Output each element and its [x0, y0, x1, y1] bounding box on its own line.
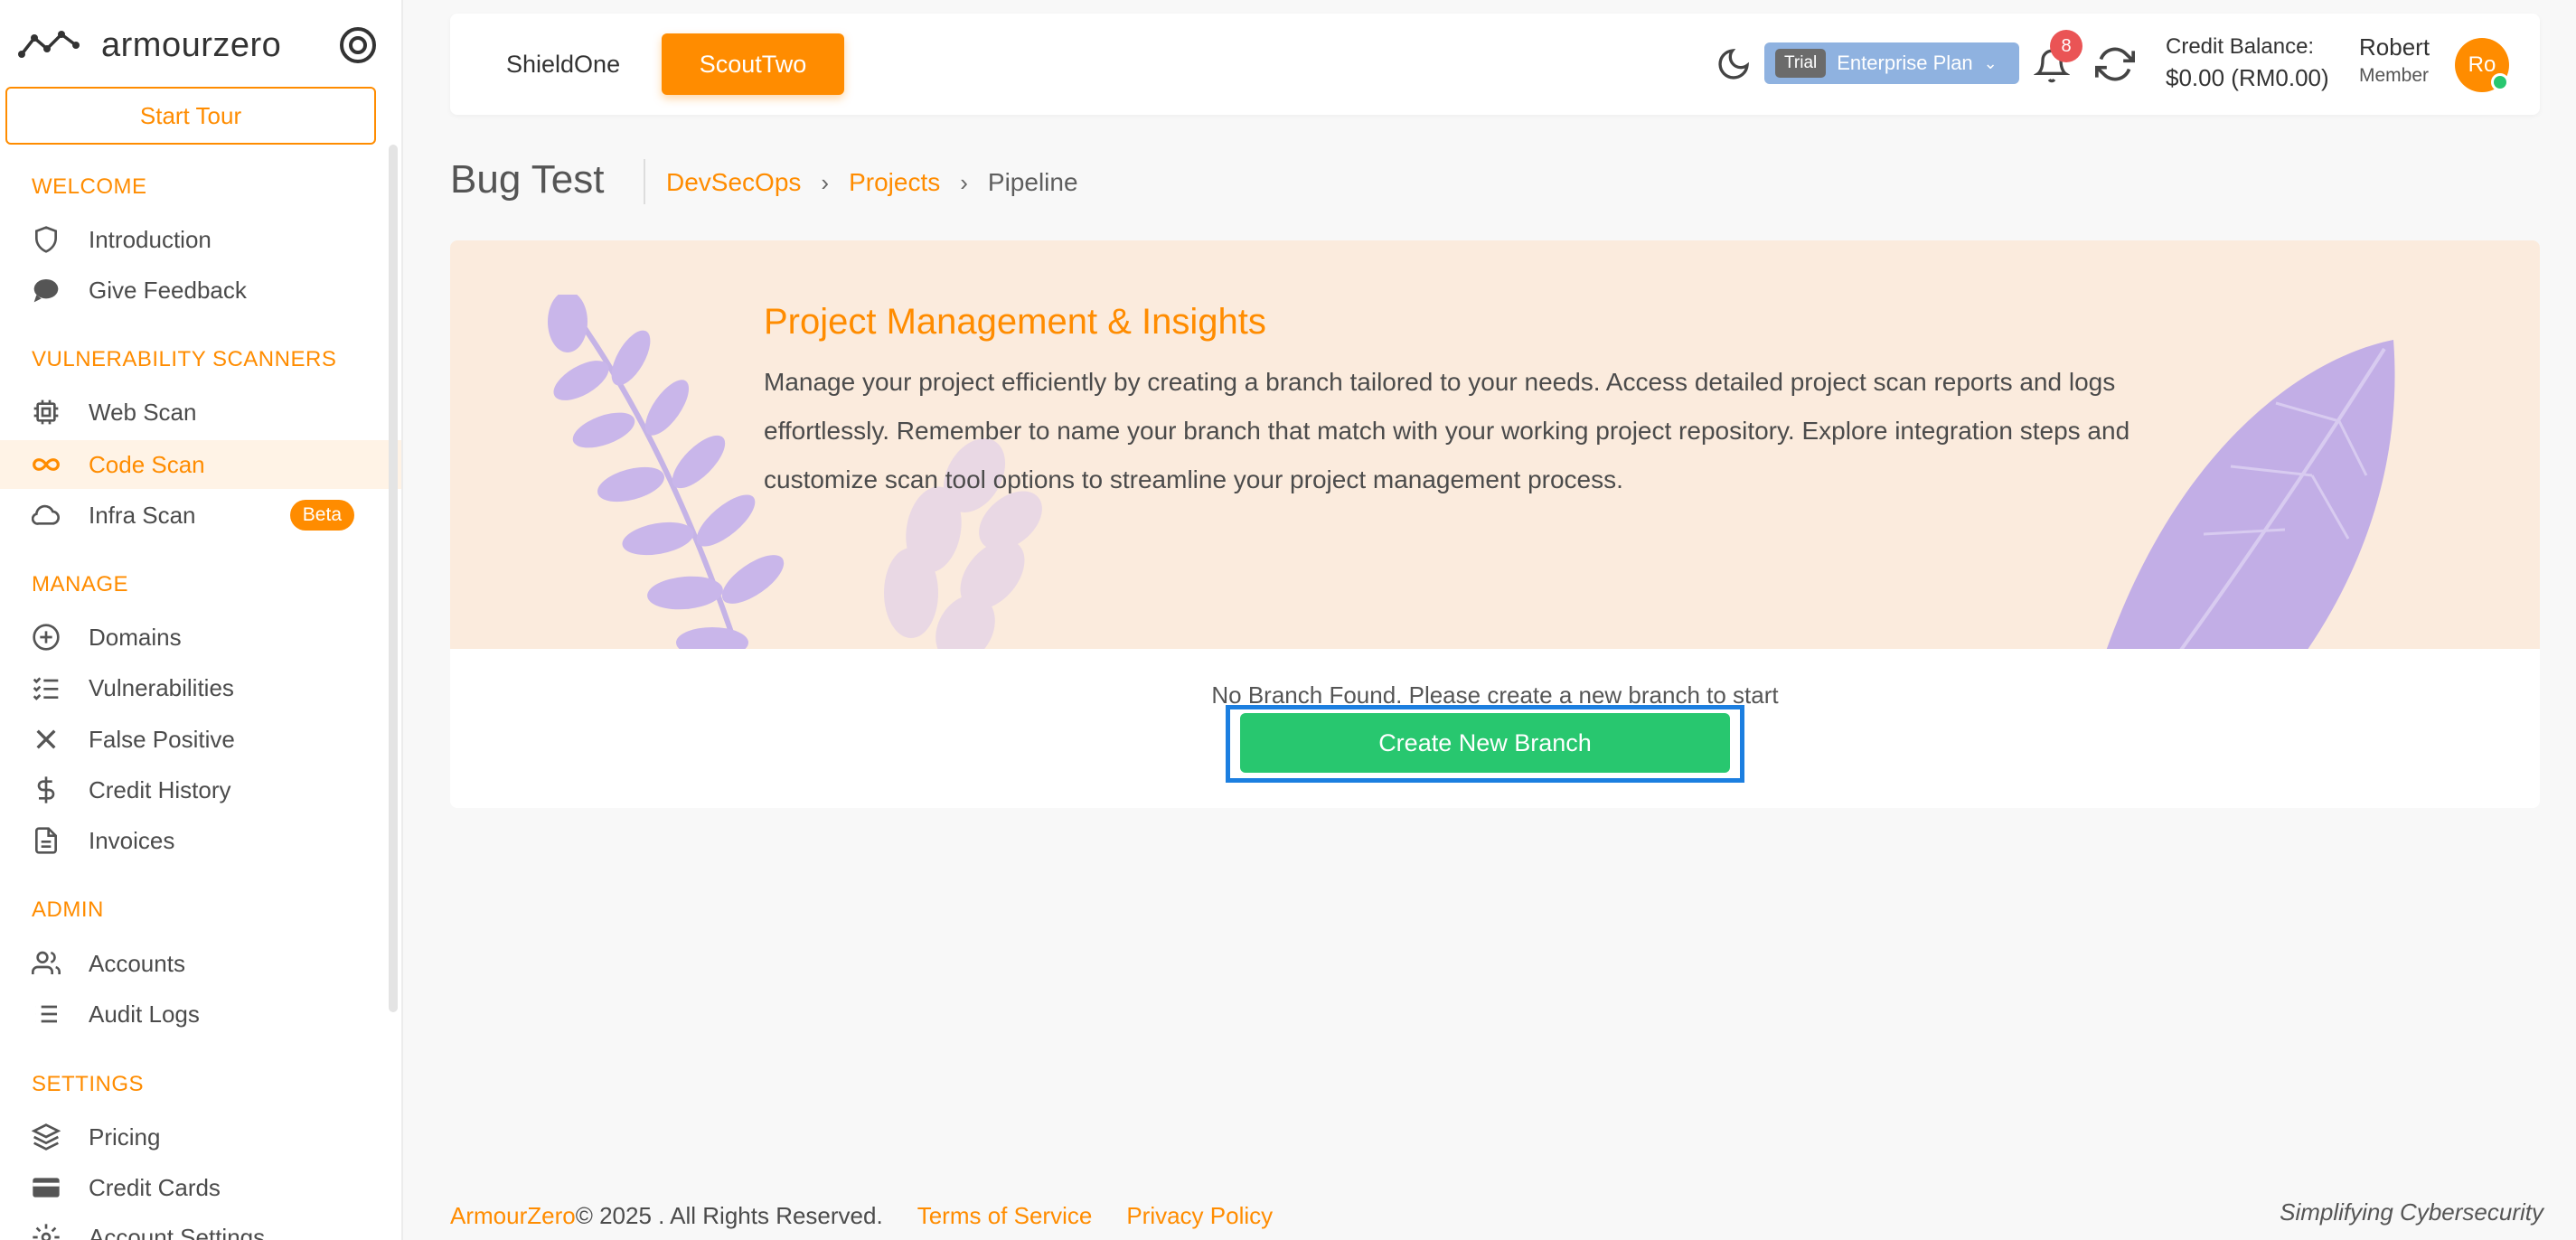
start-tour-button[interactable]: Start Tour — [5, 87, 376, 145]
sidebar-item-domains[interactable]: Domains — [0, 613, 401, 662]
terms-of-service-link[interactable]: Terms of Service — [917, 1202, 1093, 1230]
footer-tagline: Simplifying Cybersecurity — [2280, 1198, 2543, 1226]
sidebar-item-label: Pricing — [89, 1123, 161, 1151]
online-status-dot — [2491, 73, 2509, 91]
infinity-icon — [31, 449, 61, 480]
moon-icon[interactable] — [1716, 46, 1752, 82]
section-welcome: WELCOME — [32, 174, 147, 199]
refresh-icon[interactable] — [2095, 44, 2135, 84]
logo-text: armourzero — [101, 25, 282, 64]
footer: ArmourZero © 2025 . All Rights Reserved.… — [450, 1202, 1273, 1230]
footer-brand-link[interactable]: ArmourZero — [450, 1202, 576, 1230]
credit-value: $0.00 (RM0.00) — [2166, 64, 2329, 91]
file-icon — [31, 825, 61, 856]
breadcrumb-projects[interactable]: Projects — [849, 168, 940, 197]
sidebar-item-pricing[interactable]: Pricing — [0, 1113, 401, 1161]
sidebar-item-web-scan[interactable]: Web Scan — [0, 388, 401, 437]
x-icon — [31, 724, 61, 755]
sidebar-item-label: Code Scan — [89, 450, 205, 478]
sidebar-item-credit-history[interactable]: Credit History — [0, 766, 401, 814]
sidebar-item-false-positive[interactable]: False Positive — [0, 715, 401, 764]
plan-name: Enterprise Plan — [1837, 52, 1973, 74]
dollar-icon — [31, 775, 61, 805]
chevron-right-icon: › — [821, 168, 830, 196]
tab-scouttwo[interactable]: ScoutTwo — [662, 33, 844, 95]
gear-icon — [31, 1222, 61, 1240]
sidebar-toggle-icon[interactable] — [340, 27, 376, 63]
sidebar-item-audit-logs[interactable]: Audit Logs — [0, 990, 401, 1038]
create-new-branch-button[interactable]: Create New Branch — [1240, 713, 1730, 773]
sidebar-item-vulnerabilities[interactable]: Vulnerabilities — [0, 663, 401, 712]
sidebar-scrollbar[interactable] — [389, 145, 398, 1012]
chat-icon — [31, 275, 61, 305]
section-settings: SETTINGS — [32, 1072, 145, 1096]
banner-description: Manage your project efficiently by creat… — [764, 368, 2130, 493]
sidebar-item-label: Credit History — [89, 775, 231, 803]
user-info[interactable]: Robert Member — [2359, 32, 2430, 89]
list-icon — [31, 999, 61, 1029]
sidebar-item-label: Domains — [89, 623, 182, 651]
sidebar-item-introduction[interactable]: Introduction — [0, 215, 401, 264]
trial-badge: Trial — [1775, 49, 1827, 78]
sidebar-item-label: Accounts — [89, 949, 185, 977]
beta-badge: Beta — [289, 500, 354, 531]
notification-count: 8 — [2050, 30, 2082, 62]
sidebar-item-credit-cards[interactable]: Credit Cards — [0, 1163, 401, 1212]
layers-icon — [31, 1122, 61, 1152]
sidebar-item-label: False Positive — [89, 725, 235, 753]
sidebar-item-label: Vulnerabilities — [89, 673, 234, 701]
project-card: Project Management & Insights Manage you… — [450, 240, 2540, 808]
sidebar-item-label: Introduction — [89, 225, 212, 253]
sidebar-item-account-settings[interactable]: Account Settings — [0, 1213, 401, 1240]
sidebar-item-accounts[interactable]: Accounts — [0, 939, 401, 988]
list-check-icon — [31, 672, 61, 703]
credit-label: Credit Balance: — [2166, 34, 2315, 59]
shield-icon — [31, 224, 61, 255]
user-name: Robert — [2359, 33, 2430, 61]
section-admin: ADMIN — [32, 897, 104, 922]
page-title: Bug Test — [450, 157, 605, 202]
sidebar-item-label: Give Feedback — [89, 276, 247, 304]
users-icon — [31, 948, 61, 979]
breadcrumb: DevSecOps › Projects › Pipeline — [666, 168, 1078, 197]
section-vulnerability-scanners: VULNERABILITY SCANNERS — [32, 347, 337, 371]
logo-icon — [18, 31, 80, 58]
cloud-icon — [31, 500, 61, 531]
sidebar-item-code-scan[interactable]: Code Scan — [0, 440, 401, 489]
tab-shieldone[interactable]: ShieldOne — [486, 33, 640, 95]
credit-balance: Credit Balance: $0.00 (RM0.00) — [2166, 32, 2329, 93]
user-role: Member — [2359, 65, 2430, 86]
footer-copyright: © 2025 . All Rights Reserved. — [575, 1202, 883, 1229]
chip-icon — [31, 397, 61, 427]
sidebar-item-infra-scan[interactable]: Infra Scan Beta — [0, 491, 401, 540]
chevron-right-icon: › — [960, 168, 968, 196]
sidebar-item-label: Invoices — [89, 826, 175, 854]
top-bar: ShieldOne ScoutTwo Trial Enterprise Plan… — [450, 14, 2540, 115]
logo[interactable]: armourzero — [18, 20, 380, 70]
chevron-down-icon: ⌄ — [1983, 53, 1998, 72]
sidebar-item-label: Credit Cards — [89, 1173, 221, 1201]
breadcrumb-pipeline: Pipeline — [987, 168, 1078, 196]
breadcrumb-devsecops[interactable]: DevSecOps — [666, 168, 801, 197]
sidebar-item-label: Audit Logs — [89, 1000, 200, 1028]
sidebar: armourzero Start Tour WELCOME Introducti… — [0, 0, 403, 1240]
plan-dropdown[interactable]: Trial Enterprise Plan ⌄ — [1764, 42, 2019, 84]
sidebar-item-label: Web Scan — [89, 398, 197, 426]
breadcrumb-divider — [644, 159, 645, 204]
plus-circle-icon — [31, 622, 61, 653]
insights-banner: Project Management & Insights Manage you… — [450, 240, 2540, 649]
sidebar-item-give-feedback[interactable]: Give Feedback — [0, 266, 401, 315]
sidebar-item-label: Infra Scan — [89, 501, 196, 529]
sidebar-item-invoices[interactable]: Invoices — [0, 816, 401, 865]
credit-card-icon — [31, 1172, 61, 1203]
section-manage: MANAGE — [32, 572, 129, 597]
banner-title: Project Management & Insights — [764, 302, 1266, 342]
privacy-policy-link[interactable]: Privacy Policy — [1126, 1202, 1273, 1230]
sidebar-item-label: Account Settings — [89, 1223, 266, 1240]
